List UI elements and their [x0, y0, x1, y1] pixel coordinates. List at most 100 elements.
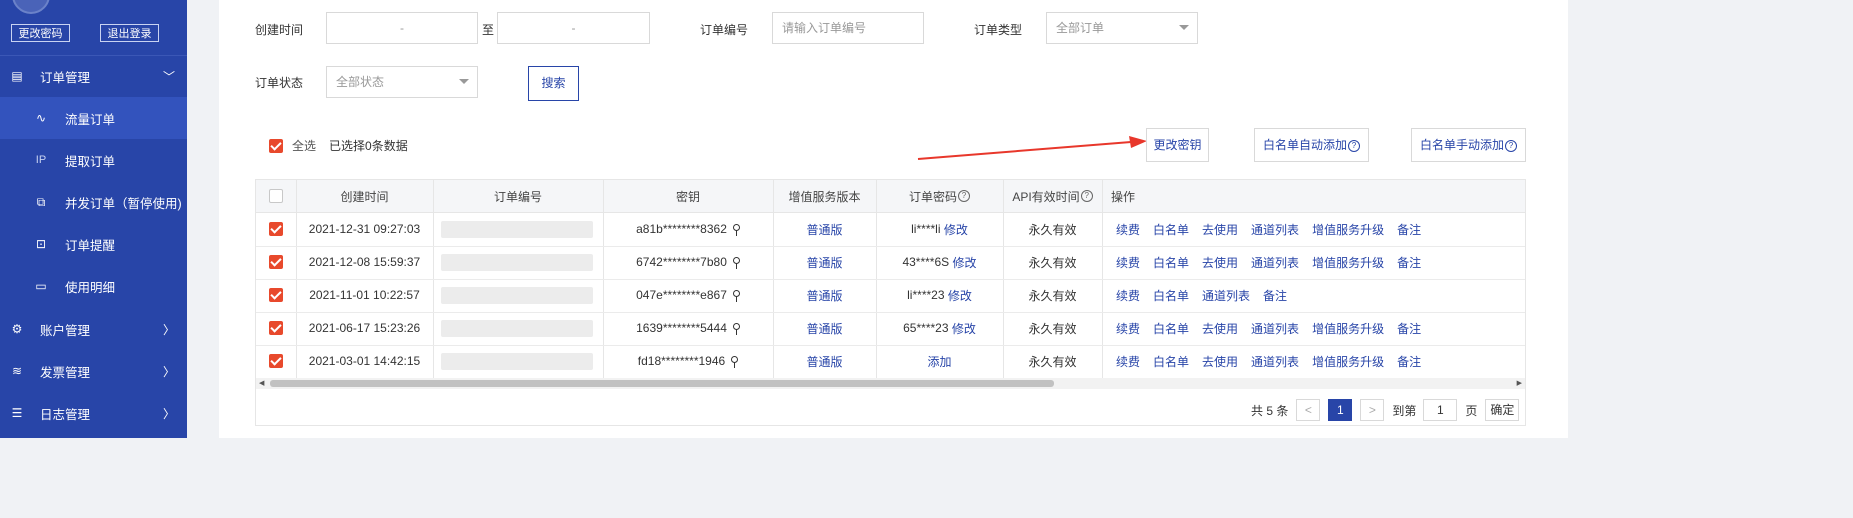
key-icon[interactable]: [732, 223, 740, 236]
order-password-cell: 添加: [876, 345, 1003, 377]
horizontal-scrollbar[interactable]: ◀ ▶: [256, 378, 1525, 389]
table-header: 创建时间 订单编号 密钥 增值服务版本 订单密码? API有效时间? 操作: [256, 180, 1525, 213]
whitelist-link[interactable]: 白名单: [1153, 254, 1189, 271]
note-link[interactable]: 备注: [1397, 353, 1421, 370]
sidebar-item-account-management[interactable]: ⚙ 账户管理 〉: [0, 308, 187, 350]
pulse-icon: ∿: [35, 111, 47, 125]
order-type-select[interactable]: 全部订单: [1046, 12, 1198, 44]
header-checkbox[interactable]: [269, 189, 283, 203]
whitelist-manual-add-button[interactable]: 白名单手动添加?: [1411, 128, 1526, 162]
key-icon[interactable]: [732, 322, 740, 335]
add-password-link[interactable]: 添加: [927, 353, 951, 370]
header-api-valid-time: API有效时间?: [1003, 180, 1102, 212]
whitelist-manual-add-label: 白名单手动添加: [1419, 138, 1504, 152]
header-order-number: 订单编号: [493, 189, 542, 204]
to-label: 至: [482, 23, 495, 37]
renew-link[interactable]: 续费: [1116, 221, 1140, 238]
log-icon: ☰: [11, 406, 23, 420]
upgrade-service-link[interactable]: 增值服务升级: [1312, 254, 1384, 271]
renew-link[interactable]: 续费: [1116, 353, 1140, 370]
key-icon[interactable]: [732, 289, 740, 302]
sidebar-item-label: 日志管理: [40, 407, 91, 422]
order-type-value: 全部订单: [1056, 21, 1105, 35]
question-icon: ?: [1348, 140, 1360, 152]
sidebar-item-label: 订单提醒: [65, 238, 116, 253]
whitelist-link[interactable]: 白名单: [1153, 221, 1189, 238]
edit-password-link[interactable]: 修改: [944, 221, 968, 238]
avatar[interactable]: [12, 0, 50, 14]
service-version-link[interactable]: 普通版: [773, 312, 876, 344]
table-row: 2021-06-17 15:23:26 1639********5444 普通版…: [256, 312, 1525, 346]
note-link[interactable]: 备注: [1263, 287, 1287, 304]
channel-list-link[interactable]: 通道列表: [1251, 320, 1299, 337]
scroll-left-icon[interactable]: ◀: [259, 378, 264, 389]
edit-password-link[interactable]: 修改: [948, 287, 972, 304]
page-unit-label: 页: [1465, 403, 1478, 418]
use-link[interactable]: 去使用: [1202, 221, 1238, 238]
scrollbar-thumb[interactable]: [270, 380, 1054, 387]
key-icon[interactable]: [732, 256, 740, 269]
confirm-button[interactable]: 确定: [1485, 399, 1520, 421]
service-version-link[interactable]: 普通版: [773, 279, 876, 311]
service-version-link[interactable]: 普通版: [773, 345, 876, 377]
row-checkbox[interactable]: [269, 255, 283, 269]
next-page-button[interactable]: >: [1360, 399, 1385, 421]
sidebar-item-extract-orders[interactable]: IP 提取订单: [0, 139, 187, 181]
question-icon: ?: [958, 190, 970, 202]
row-checkbox[interactable]: [269, 222, 283, 236]
whitelist-link[interactable]: 白名单: [1153, 287, 1189, 304]
page-1-button[interactable]: 1: [1328, 399, 1353, 421]
note-link[interactable]: 备注: [1397, 254, 1421, 271]
channel-list-link[interactable]: 通道列表: [1251, 221, 1299, 238]
use-link[interactable]: 去使用: [1202, 320, 1238, 337]
end-date-input[interactable]: -: [497, 12, 650, 44]
upgrade-service-link[interactable]: 增值服务升级: [1312, 320, 1384, 337]
sidebar-item-invoice-management[interactable]: ≋ 发票管理 〉: [0, 350, 187, 392]
alert-icon: ⊡: [35, 237, 47, 251]
channel-list-link[interactable]: 通道列表: [1251, 254, 1299, 271]
use-link[interactable]: 去使用: [1202, 254, 1238, 271]
header-actions: 操作: [1111, 189, 1136, 204]
key-icon[interactable]: [731, 355, 739, 368]
sidebar-item-concurrent-orders[interactable]: ⧉ 并发订单（暂停使用): [0, 181, 187, 223]
renew-link[interactable]: 续费: [1116, 254, 1140, 271]
search-button[interactable]: 搜索: [528, 66, 579, 101]
logout-button[interactable]: 退出登录: [100, 24, 159, 42]
channel-list-link[interactable]: 通道列表: [1202, 287, 1250, 304]
row-checkbox[interactable]: [269, 321, 283, 335]
renew-link[interactable]: 续费: [1116, 287, 1140, 304]
sidebar-item-order-reminder[interactable]: ⊡ 订单提醒: [0, 223, 187, 265]
sidebar-item-order-management[interactable]: ▤ 订单管理 ﹀: [0, 55, 187, 97]
change-key-button[interactable]: 更改密钥: [1146, 128, 1209, 162]
use-link[interactable]: 去使用: [1202, 353, 1238, 370]
select-all-checkbox[interactable]: [269, 138, 283, 153]
whitelist-link[interactable]: 白名单: [1153, 353, 1189, 370]
note-link[interactable]: 备注: [1397, 320, 1421, 337]
service-version-link[interactable]: 普通版: [773, 246, 876, 278]
whitelist-auto-add-button[interactable]: 白名单自动添加?: [1254, 128, 1369, 162]
note-link[interactable]: 备注: [1397, 221, 1421, 238]
start-date-input[interactable]: -: [326, 12, 478, 44]
upgrade-service-link[interactable]: 增值服务升级: [1312, 221, 1384, 238]
sidebar-item-usage-details[interactable]: ▭ 使用明细: [0, 265, 187, 307]
whitelist-link[interactable]: 白名单: [1153, 320, 1189, 337]
channel-list-link[interactable]: 通道列表: [1251, 353, 1299, 370]
edit-password-link[interactable]: 修改: [953, 254, 977, 271]
edit-password-link[interactable]: 修改: [952, 320, 976, 337]
change-password-button[interactable]: 更改密码: [11, 24, 70, 42]
row-checkbox[interactable]: [269, 354, 283, 368]
created-time-cell: 2021-12-31 09:27:03: [308, 222, 421, 236]
service-version-link[interactable]: 普通版: [773, 213, 876, 245]
order-status-select[interactable]: 全部状态: [326, 66, 478, 98]
renew-link[interactable]: 续费: [1116, 320, 1140, 337]
prev-page-button[interactable]: <: [1296, 399, 1321, 421]
orders-table: 创建时间 订单编号 密钥 增值服务版本 订单密码? API有效时间? 操作 20…: [255, 179, 1526, 426]
order-number-input[interactable]: 请输入订单编号: [772, 12, 924, 44]
upgrade-service-link[interactable]: 增值服务升级: [1312, 353, 1384, 370]
goto-page-input[interactable]: 1: [1423, 399, 1458, 421]
row-checkbox[interactable]: [269, 288, 283, 302]
table-row: 2021-12-31 09:27:03 a81b********8362 普通版…: [256, 213, 1525, 247]
sidebar-item-log-management[interactable]: ☰ 日志管理 〉: [0, 392, 187, 434]
scroll-right-icon[interactable]: ▶: [1517, 378, 1522, 389]
sidebar-item-traffic-orders[interactable]: ∿ 流量订单: [0, 97, 187, 139]
